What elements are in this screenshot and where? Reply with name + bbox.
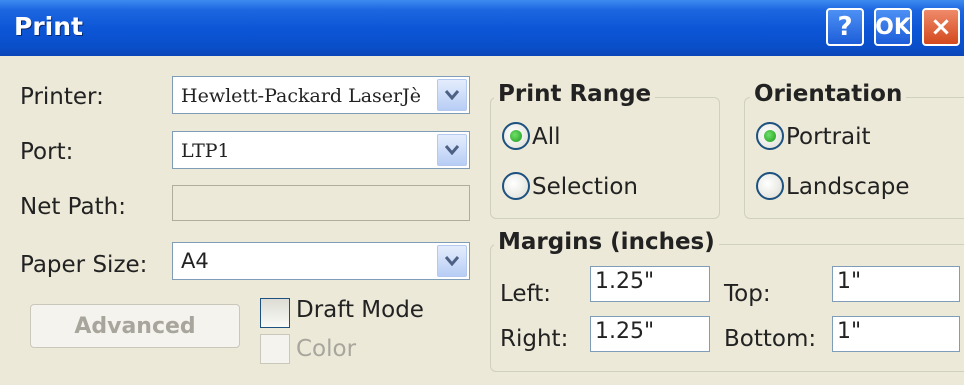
radio-selected-dot xyxy=(510,130,522,142)
window-title: Print xyxy=(14,12,83,41)
print-range-group xyxy=(490,97,720,219)
left-margin-input[interactable]: 1.25" xyxy=(590,266,710,302)
radio-selection-label: Selection xyxy=(532,174,638,200)
paper-size-value: A4 xyxy=(181,249,209,273)
right-margin-input[interactable]: 1.25" xyxy=(590,316,710,352)
close-icon: × xyxy=(930,12,952,42)
color-checkbox xyxy=(260,334,290,364)
dropdown-arrow-icon[interactable] xyxy=(437,245,467,277)
top-margin-input[interactable]: 1" xyxy=(832,266,960,302)
paper-size-label: Paper Size: xyxy=(20,252,148,278)
radio-all-label: All xyxy=(532,124,561,150)
radio-selection[interactable] xyxy=(502,172,530,200)
right-margin-label: Right: xyxy=(500,326,569,352)
net-path-label: Net Path: xyxy=(20,194,126,220)
dropdown-arrow-icon[interactable] xyxy=(437,134,467,166)
ok-button[interactable]: OK xyxy=(874,8,912,46)
bottom-margin-input[interactable]: 1" xyxy=(832,316,960,352)
dropdown-arrow-icon[interactable] xyxy=(437,79,467,111)
bottom-margin-label: Bottom: xyxy=(724,326,817,352)
margins-group xyxy=(490,244,964,372)
advanced-button: Advanced xyxy=(30,304,240,348)
printer-value: Hewlett-Packard LaserJè xyxy=(181,85,421,107)
radio-portrait-label: Portrait xyxy=(786,124,871,150)
radio-portrait[interactable] xyxy=(756,122,784,150)
port-value: LTP1 xyxy=(181,140,230,162)
radio-landscape[interactable] xyxy=(756,172,784,200)
orientation-title: Orientation xyxy=(750,81,907,107)
advanced-button-label: Advanced xyxy=(74,313,196,339)
net-path-field xyxy=(172,185,470,221)
close-button[interactable]: × xyxy=(922,8,960,46)
left-margin-label: Left: xyxy=(500,281,552,307)
margins-title: Margins (inches) xyxy=(494,229,719,255)
draft-mode-label: Draft Mode xyxy=(296,297,424,323)
paper-size-select[interactable]: A4 xyxy=(172,242,470,280)
printer-select[interactable]: Hewlett-Packard LaserJè xyxy=(172,76,470,114)
port-select[interactable]: LTP1 xyxy=(172,131,470,169)
print-range-title: Print Range xyxy=(494,81,656,107)
radio-selected-dot xyxy=(764,130,776,142)
help-icon: ? xyxy=(837,12,853,42)
help-button[interactable]: ? xyxy=(826,8,864,46)
radio-all[interactable] xyxy=(502,122,530,150)
draft-mode-checkbox[interactable] xyxy=(260,298,290,328)
title-bar: Print ? OK × xyxy=(0,0,964,56)
ok-icon: OK xyxy=(875,14,911,40)
printer-label: Printer: xyxy=(20,84,104,110)
orientation-group xyxy=(744,97,964,219)
color-label: Color xyxy=(296,336,357,362)
top-margin-label: Top: xyxy=(724,281,771,307)
radio-landscape-label: Landscape xyxy=(786,174,910,200)
print-dialog: Print ? OK × Printer: Hewlett-Packard La… xyxy=(0,0,964,385)
port-label: Port: xyxy=(20,139,74,165)
